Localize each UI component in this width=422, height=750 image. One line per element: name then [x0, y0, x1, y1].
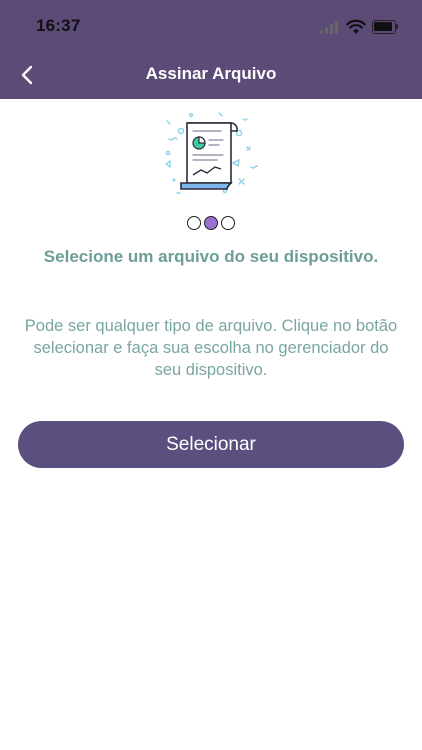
nav-bar: Assinar Arquivo [0, 54, 422, 99]
step-dot-active [204, 216, 218, 230]
document-chart-icon [164, 112, 258, 194]
description-text: Pode ser qualquer tipo de arquivo. Cliqu… [24, 317, 398, 379]
step-indicator [187, 216, 237, 232]
status-time: 16:37 [36, 16, 81, 35]
status-bar: 16:37 [0, 0, 422, 54]
header: 16:37 Assinar Arquivo [0, 0, 422, 99]
status-icons [320, 17, 398, 37]
step-dot [187, 216, 201, 230]
battery-icon [372, 20, 398, 34]
headline: Selecione um arquivo do seu dispositivo. [43, 247, 379, 266]
wifi-icon [346, 19, 366, 34]
select-button[interactable]: Selecionar [18, 421, 404, 468]
signal-icon [320, 20, 340, 34]
step-dot [221, 216, 235, 230]
page-title: Assinar Arquivo [145, 64, 277, 83]
